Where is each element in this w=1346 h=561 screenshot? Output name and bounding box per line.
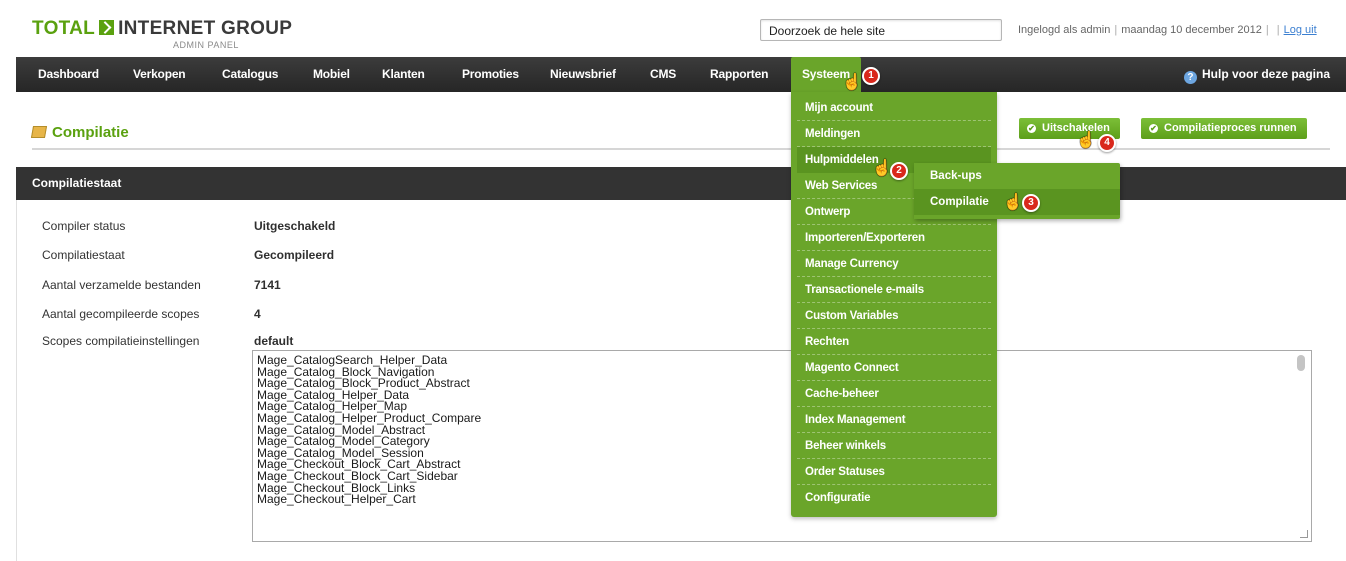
nav-item-klanten[interactable]: Klanten (382, 57, 425, 92)
menu-item-manage-currency[interactable]: Manage Currency (797, 251, 991, 277)
nav-item-verkopen[interactable]: Verkopen (133, 57, 186, 92)
scopes-list: Mage_CatalogSearch_Helper_Data Mage_Cata… (253, 351, 1311, 506)
nav-item-nieuwsbrief[interactable]: Nieuwsbrief (550, 57, 616, 92)
list-item: Mage_Checkout_Helper_Cart (257, 492, 416, 507)
page-title: Compilatie (30, 124, 129, 141)
step-badge: 4 (1098, 134, 1116, 152)
menu-item-configuratie[interactable]: Configuratie (805, 485, 991, 511)
menu-item-custom-variables[interactable]: Custom Variables (797, 303, 991, 329)
step-badge: 1 (862, 67, 880, 85)
separator: | (1265, 24, 1269, 36)
hand-cursor-icon: ☝ (842, 74, 862, 91)
separator: | (1114, 24, 1118, 36)
nav-item-catalogus[interactable]: Catalogus (222, 57, 278, 92)
logo-text-total: TOTAL (32, 18, 96, 39)
box-icon (30, 126, 48, 138)
logo-subtitle: ADMIN PANEL (173, 40, 239, 50)
help-label: Hulp voor deze pagina (1201, 67, 1330, 81)
date-text: maandag 10 december 2012 (1121, 24, 1262, 36)
scopes-textarea[interactable]: Mage_CatalogSearch_Helper_Data Mage_Cata… (252, 350, 1312, 542)
nav-item-promoties[interactable]: Promoties (462, 57, 519, 92)
header: TOTAL INTERNET GROUP ADMIN PANEL Doorzoek… (0, 0, 1346, 57)
menu-item-beheer-winkels[interactable]: Beheer winkels (797, 433, 991, 459)
row-label: Aantal verzamelde bestanden (42, 278, 201, 292)
scrollbar[interactable] (1297, 355, 1305, 371)
help-link[interactable]: ? Hulp voor deze pagina (1183, 57, 1330, 92)
nav-item-dashboard[interactable]: Dashboard (38, 57, 99, 92)
row-value: Uitgeschakeld (254, 219, 336, 233)
run-compilation-label: Compilatieproces runnen (1164, 122, 1297, 134)
user-bar: Ingelogd als admin | maandag 10 december 2… (1018, 24, 1317, 36)
nav-item-rapporten[interactable]: Rapporten (710, 57, 768, 92)
hand-cursor-icon: ☝ (1076, 132, 1096, 149)
step-badge: 2 (890, 162, 908, 180)
row-value: 7141 (254, 278, 281, 292)
hand-cursor-icon: ☝ (1003, 194, 1023, 211)
row-label: Compilatiestaat (42, 248, 125, 262)
logo-text-group: INTERNET GROUP (118, 18, 293, 39)
hand-cursor-icon: ☝ (872, 160, 892, 177)
search-input[interactable]: Doorzoek de hele site (760, 19, 1002, 41)
menu-item-importeren-exporteren[interactable]: Importeren/Exporteren (797, 225, 991, 251)
systeem-dropdown: Mijn account Meldingen Hulpmiddelen Web … (791, 92, 997, 517)
submenu-item-back-ups[interactable]: Back-ups (914, 163, 1120, 189)
step-badge: 3 (1022, 194, 1040, 212)
nav-item-mobiel[interactable]: Mobiel (313, 57, 350, 92)
row-label: Compiler status (42, 219, 126, 233)
check-icon: ✔ (1149, 124, 1158, 133)
row-value: 4 (254, 307, 261, 321)
list-item: Mage_Catalog_Block_Product_Abstract (257, 376, 470, 391)
logo[interactable]: TOTAL INTERNET GROUP (32, 18, 292, 40)
menu-item-magento-connect[interactable]: Magento Connect (797, 355, 991, 381)
divider (32, 148, 1330, 150)
menu-item-transactionele-emails[interactable]: Transactionele e-mails (797, 277, 991, 303)
check-icon: ✔ (1027, 124, 1036, 133)
logged-in-text: Ingelogd als admin (1018, 24, 1111, 36)
menu-item-cache-beheer[interactable]: Cache-beheer (797, 381, 991, 407)
section-header: Compilatiestaat (16, 167, 1346, 200)
menu-item-mijn-account[interactable]: Mijn account (797, 95, 991, 121)
row-label: Aantal gecompileerde scopes (42, 307, 200, 321)
menu-item-rechten[interactable]: Rechten (797, 329, 991, 355)
menu-item-meldingen[interactable]: Meldingen (797, 121, 991, 147)
row-value: default (254, 334, 294, 348)
row-label: Scopes compilatieinstellingen (42, 334, 200, 348)
run-compilation-button[interactable]: ✔ Compilatieproces runnen (1141, 118, 1307, 139)
menu-item-index-management[interactable]: Index Management (797, 407, 991, 433)
nav-item-cms[interactable]: CMS (650, 57, 676, 92)
logout-link[interactable]: Log uit (1284, 24, 1317, 36)
menu-item-order-statuses[interactable]: Order Statuses (797, 459, 991, 485)
resize-grip-icon[interactable] (1300, 530, 1308, 538)
logo-icon (99, 20, 115, 35)
help-icon: ? (1183, 71, 1197, 84)
list-item: Mage_Catalog_Helper_Data (257, 387, 410, 402)
page-title-text: Compilatie (52, 124, 129, 141)
main-nav: Dashboard Verkopen Catalogus Mobiel Klan… (16, 57, 1346, 92)
separator: | (1276, 24, 1280, 36)
row-value: Gecompileerd (254, 248, 335, 262)
